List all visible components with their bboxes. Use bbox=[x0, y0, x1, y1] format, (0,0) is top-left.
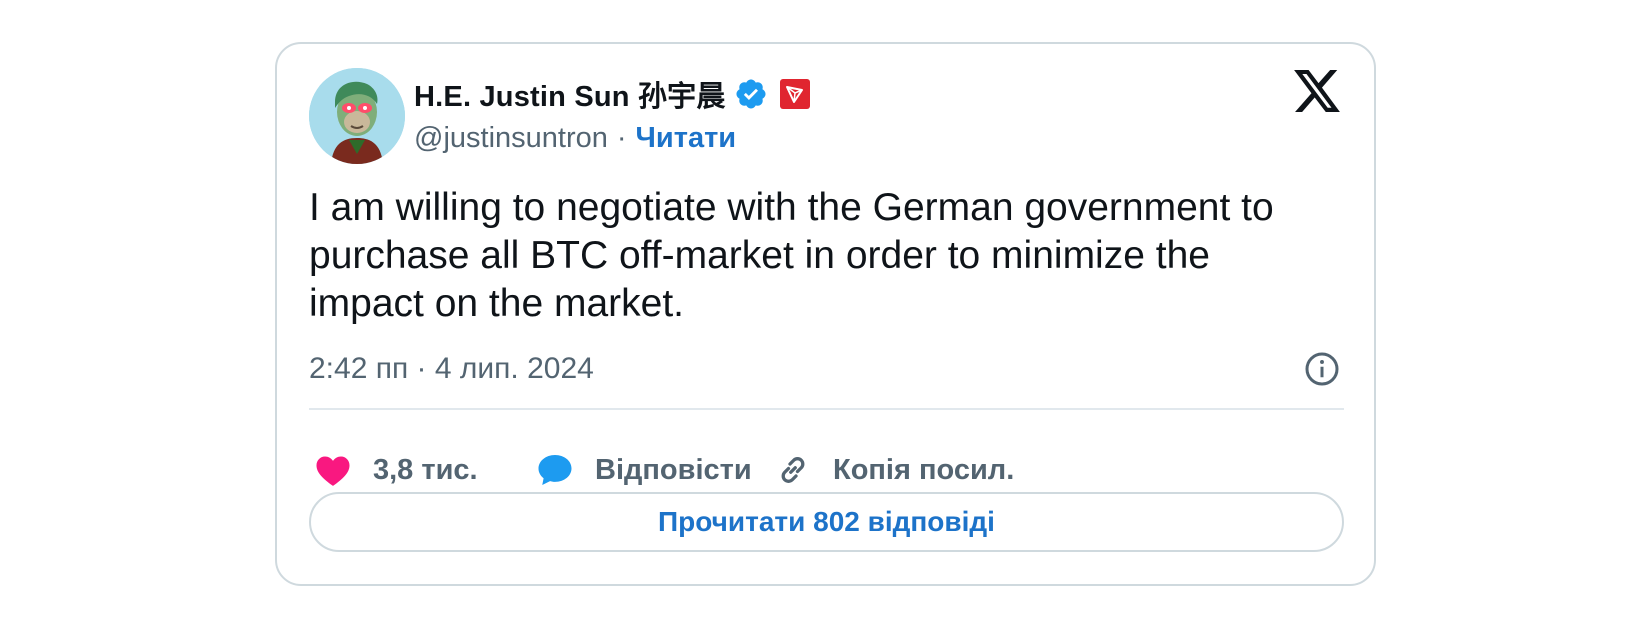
follow-link[interactable]: Читати bbox=[636, 122, 737, 155]
read-replies-button[interactable]: Прочитати 802 відповіді bbox=[309, 492, 1344, 552]
reply-button[interactable]: Відповісти bbox=[537, 450, 752, 490]
verified-badge-icon bbox=[734, 77, 768, 111]
ape-avatar-image bbox=[309, 68, 405, 164]
like-count: 3,8 тис. bbox=[373, 453, 478, 486]
link-icon bbox=[781, 457, 805, 483]
tweet-embed-card: H.E. Justin Sun 孙宇晨 @justinsuntron · Чит… bbox=[275, 42, 1376, 586]
like-button[interactable]: 3,8 тис. bbox=[315, 450, 478, 490]
separator-dot: · bbox=[616, 121, 627, 154]
tweet-timestamp[interactable]: 2:42 пп · 4 лип. 2024 bbox=[309, 349, 594, 389]
copy-link-label: Копія посил. bbox=[833, 453, 1015, 486]
speech-bubble-icon bbox=[538, 455, 572, 485]
author-name-row: H.E. Justin Sun 孙宇晨 bbox=[414, 74, 810, 114]
reply-label: Відповісти bbox=[595, 453, 752, 486]
info-icon[interactable] bbox=[1304, 351, 1340, 387]
author-handle[interactable]: @justinsuntron bbox=[414, 122, 608, 155]
divider bbox=[309, 408, 1344, 410]
copy-link-button[interactable]: Копія посил. bbox=[775, 450, 1014, 490]
tweet-text: I am willing to negotiate with the Germa… bbox=[309, 186, 1274, 325]
avatar[interactable] bbox=[309, 68, 405, 164]
tron-logo-icon[interactable] bbox=[779, 79, 810, 109]
heart-icon bbox=[316, 456, 350, 486]
x-logo-icon[interactable] bbox=[1294, 70, 1340, 112]
author-handle-row: @justinsuntron · Читати bbox=[414, 118, 736, 158]
author-display-name[interactable]: H.E. Justin Sun 孙宇晨 bbox=[414, 73, 726, 115]
